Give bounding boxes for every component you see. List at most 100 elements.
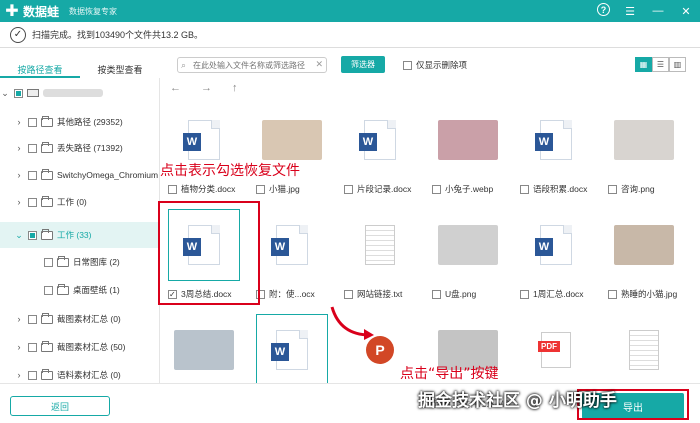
file-checkbox[interactable]	[168, 184, 177, 194]
file-card[interactable]	[160, 310, 240, 390]
tree-item-daily-gallery[interactable]: 日常图库 (2)	[0, 249, 159, 275]
tree-checkbox[interactable]	[28, 230, 37, 240]
tree-item-work-33[interactable]: ⌄ 工作 (33)	[0, 222, 159, 248]
back-arrow-icon[interactable]: ←	[170, 82, 181, 94]
tree-item-other-paths[interactable]: › 其他路径 (29352)	[0, 109, 159, 135]
file-thumbnail[interactable]	[344, 209, 416, 281]
chevron-right-icon[interactable]: ›	[14, 197, 24, 207]
file-checkbox[interactable]	[344, 184, 353, 194]
chevron-right-icon[interactable]: ›	[14, 314, 24, 324]
chevron-down-icon[interactable]: ⌄	[14, 230, 24, 241]
chevron-right-icon[interactable]: ›	[14, 143, 24, 153]
file-card[interactable]: W 附：使...ocx	[248, 205, 328, 300]
up-arrow-icon[interactable]: ↑	[232, 82, 238, 94]
tree-checkbox[interactable]	[14, 88, 23, 98]
tree-item-switchyomega[interactable]: › SwitchyOmega_Chromium	[0, 162, 159, 188]
forward-arrow-icon[interactable]: →	[201, 82, 212, 94]
tree-item-screenshots-50[interactable]: › 截图素材汇总 (50)	[0, 334, 159, 360]
file-thumbnail[interactable]: W	[256, 314, 328, 386]
file-card[interactable]: PDF	[512, 310, 592, 390]
tree-checkbox[interactable]	[28, 370, 37, 380]
file-card[interactable]: 网站链接.txt	[336, 205, 416, 300]
tree-checkbox[interactable]	[28, 342, 37, 352]
only-deleted-toggle[interactable]: 仅显示删除项	[403, 59, 467, 71]
chevron-right-icon[interactable]: ›	[14, 117, 24, 127]
file-card[interactable]: W 植物分类.docx	[160, 100, 240, 195]
view-tabs: 按路径查看 按类型查看	[0, 58, 160, 78]
chevron-right-icon[interactable]: ›	[14, 170, 24, 180]
file-thumbnail[interactable]: W	[520, 104, 592, 176]
tree-item-label: 其他路径 (29352)	[57, 117, 123, 127]
drive-icon	[27, 89, 39, 97]
file-checkbox[interactable]	[256, 184, 265, 194]
word-doc-icon: W	[271, 225, 308, 265]
file-thumbnail[interactable]: W	[344, 104, 416, 176]
tree-item-label: 语料素材汇总 (0)	[57, 370, 121, 380]
tab-by-type[interactable]: 按类型查看	[80, 58, 160, 78]
search-input[interactable]	[193, 60, 313, 70]
file-card[interactable]	[600, 310, 680, 390]
file-card[interactable]: W 1周汇总.docx	[512, 205, 592, 300]
tree-checkbox[interactable]	[44, 257, 53, 267]
tree-checkbox[interactable]	[28, 170, 37, 180]
back-button[interactable]: 返回	[10, 396, 110, 416]
file-name: U盘.png	[445, 289, 477, 299]
tree-checkbox[interactable]	[28, 143, 37, 153]
chevron-right-icon[interactable]: ›	[14, 342, 24, 352]
grid-view-icon[interactable]: ▦	[635, 57, 652, 72]
minimize-icon[interactable]: —	[650, 3, 666, 19]
file-card[interactable]: 咨询.png	[600, 100, 680, 195]
file-thumbnail[interactable]	[608, 314, 680, 386]
search-icon: ⌕	[181, 59, 187, 70]
folder-icon	[57, 283, 69, 295]
tree-item-screenshots-0[interactable]: › 截图素材汇总 (0)	[0, 306, 159, 332]
file-thumbnail[interactable]: W	[256, 209, 328, 281]
chevron-down-icon[interactable]: ⌄	[0, 88, 10, 99]
file-checkbox[interactable]	[520, 184, 529, 194]
file-thumbnail[interactable]	[608, 104, 680, 176]
file-thumbnail[interactable]: W	[520, 209, 592, 281]
folder-icon	[41, 312, 53, 324]
file-checkbox[interactable]	[432, 289, 441, 299]
file-checkbox[interactable]	[432, 184, 441, 194]
chevron-right-icon[interactable]: ›	[14, 370, 24, 380]
file-card[interactable]: 小兔子.webp	[424, 100, 504, 195]
tree-item-corpus-0[interactable]: › 语料素材汇总 (0)	[0, 362, 159, 383]
file-thumbnail[interactable]	[168, 314, 240, 386]
tab-by-path[interactable]: 按路径查看	[0, 58, 80, 78]
file-card[interactable]: W	[248, 310, 328, 390]
file-card[interactable]: 小猫.jpg	[248, 100, 328, 195]
tree-checkbox[interactable]	[28, 197, 37, 207]
help-icon[interactable]: ?	[597, 3, 610, 16]
tree-root[interactable]: ⌄	[0, 80, 159, 106]
clear-icon[interactable]: ✕	[315, 59, 323, 70]
list-view-icon[interactable]: ☰	[652, 57, 669, 72]
tree-checkbox[interactable]	[28, 117, 37, 127]
file-card[interactable]: 熟睡的小猫.jpg	[600, 205, 680, 300]
detail-view-icon[interactable]: ▥	[669, 57, 686, 72]
search-box[interactable]: ⌕ ✕	[177, 57, 327, 73]
filter-button[interactable]: 筛选器	[341, 56, 385, 73]
word-doc-icon: W	[271, 330, 308, 370]
file-checkbox[interactable]	[608, 184, 617, 194]
tree-item-wallpaper[interactable]: 桌面壁纸 (1)	[0, 277, 159, 303]
annotation-select-hint: 点击表示勾选恢复文件	[160, 163, 300, 179]
tree-checkbox[interactable]	[44, 285, 53, 295]
only-deleted-checkbox[interactable]	[403, 60, 412, 70]
menu-icon[interactable]: ☰	[622, 3, 638, 19]
tree-checkbox[interactable]	[28, 314, 37, 324]
file-checkbox[interactable]	[608, 289, 617, 299]
file-thumbnail[interactable]	[432, 209, 504, 281]
file-thumbnail[interactable]	[432, 104, 504, 176]
file-checkbox[interactable]	[344, 289, 353, 299]
file-card[interactable]: W 片段记录.docx	[336, 100, 416, 195]
file-card[interactable]: U盘.png	[424, 205, 504, 300]
pdf-badge-icon: PDF	[538, 341, 560, 352]
file-card[interactable]: W 语段积累.docx	[512, 100, 592, 195]
file-checkbox[interactable]	[520, 289, 529, 299]
file-thumbnail[interactable]	[608, 209, 680, 281]
tree-item-work-0[interactable]: › 工作 (0)	[0, 189, 159, 215]
close-icon[interactable]: ✕	[678, 3, 694, 19]
tree-item-lost-paths[interactable]: › 丢失路径 (71392)	[0, 135, 159, 161]
file-thumbnail[interactable]: PDF	[520, 314, 592, 386]
